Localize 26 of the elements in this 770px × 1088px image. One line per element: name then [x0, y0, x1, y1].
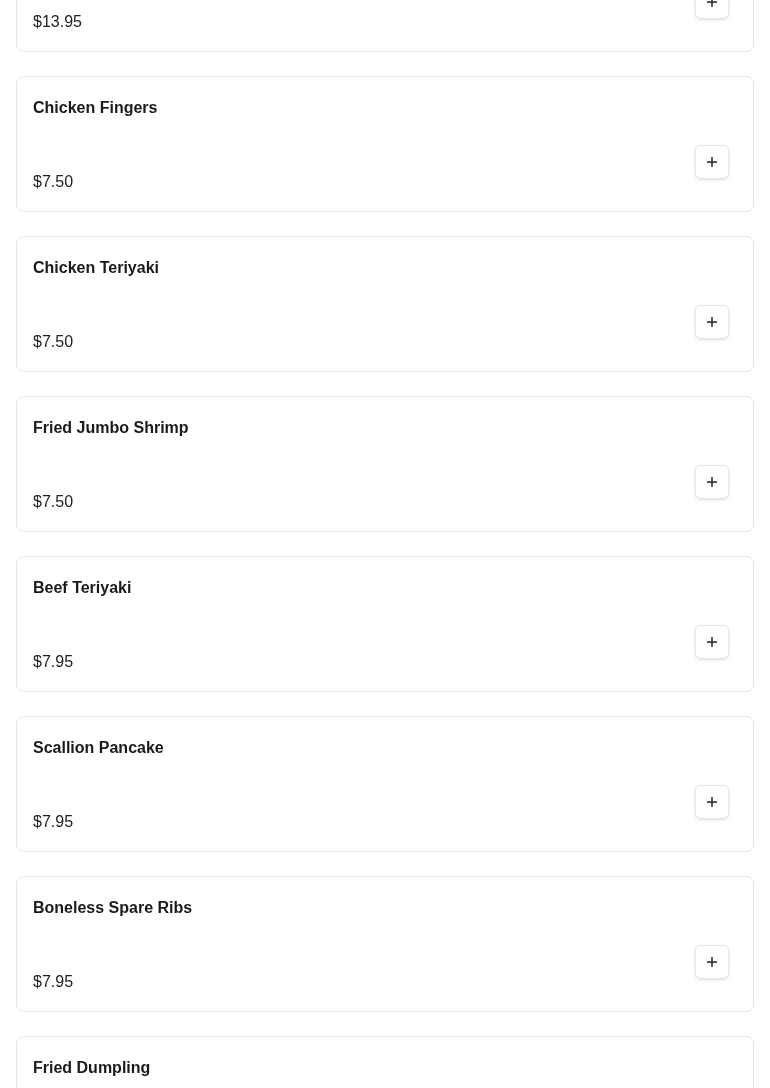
plus-icon	[706, 796, 718, 808]
add-button[interactable]	[695, 945, 729, 979]
plus-icon	[706, 476, 718, 488]
plus-icon	[706, 156, 718, 168]
item-name: Boneless Spare Ribs	[33, 899, 193, 916]
plus-icon	[706, 316, 718, 328]
item-name: Scallion Pancake	[33, 739, 164, 756]
item-price: $7.50	[33, 333, 74, 351]
item-name: Fried Jumbo Shrimp	[33, 419, 189, 436]
item-price: $7.95	[33, 973, 74, 991]
item-price: $7.50	[33, 173, 74, 191]
plus-icon	[706, 636, 718, 648]
add-button[interactable]	[695, 145, 729, 179]
item-price: $7.50	[33, 493, 74, 511]
add-button[interactable]	[695, 625, 729, 659]
item-name: Beef Teriyaki	[33, 579, 132, 596]
plus-icon	[706, 956, 718, 968]
add-button[interactable]	[695, 305, 729, 339]
add-button[interactable]	[695, 465, 729, 499]
item-price: $13.95	[33, 13, 82, 31]
item-name: Fried Dumpling	[33, 1059, 151, 1076]
add-button[interactable]	[695, 785, 729, 819]
item-name: Chicken Fingers	[33, 99, 158, 116]
item-name: Chicken Teriyaki	[33, 259, 159, 276]
item-price: $7.95	[33, 653, 74, 671]
item-price: $7.95	[33, 813, 74, 831]
